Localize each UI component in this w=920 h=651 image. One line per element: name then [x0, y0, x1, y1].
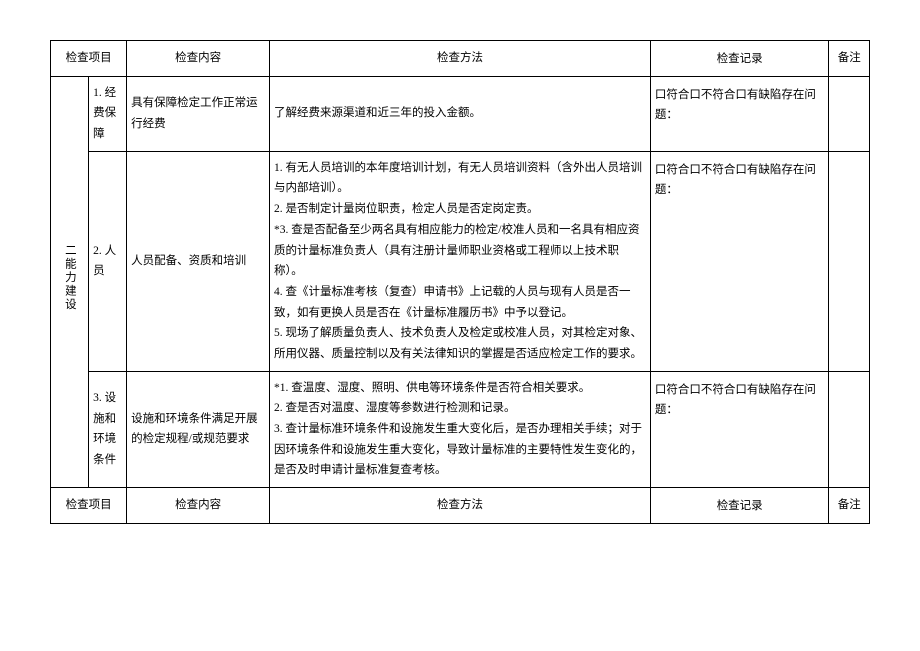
row-record: 口符合口不符合口有缺陷存在问题：: [650, 151, 829, 371]
header-content: 检查内容: [127, 41, 270, 77]
footer-content: 检查内容: [127, 488, 270, 524]
header-item: 检查项目: [51, 41, 127, 77]
row-method: 1. 有无人员培训的本年度培训计划，有无人员培训资料（含外出人员培训与内部培训）…: [270, 151, 651, 371]
row-item: 3. 设施和环境条件: [89, 371, 127, 487]
row-note: [829, 151, 870, 371]
table-row: 2. 人员 人员配备、资质和培训 1. 有无人员培训的本年度培训计划，有无人员培…: [51, 151, 870, 371]
footer-method: 检查方法: [270, 488, 651, 524]
row-note: [829, 371, 870, 487]
header-record: 检查记录: [650, 41, 829, 77]
row-content: 设施和环境条件满足开展的检定规程/或规范要求: [127, 371, 270, 487]
row-item: 1. 经费保障: [89, 76, 127, 151]
section-label-text: 二能力建设: [59, 244, 80, 312]
header-note: 备注: [829, 41, 870, 77]
row-method: 了解经费来源渠道和近三年的投入金额。: [270, 76, 651, 151]
table-row: 3. 设施和环境条件 设施和环境条件满足开展的检定规程/或规范要求 *1. 查温…: [51, 371, 870, 487]
inspection-table: 检查项目 检查内容 检查方法 检查记录 备注 二能力建设 1. 经费保障 具有保…: [50, 40, 870, 524]
row-note: [829, 76, 870, 151]
row-record: 口符合口不符合口有缺陷存在问题：: [650, 76, 829, 151]
section-label: 二能力建设: [51, 76, 89, 487]
header-row: 检查项目 检查内容 检查方法 检查记录 备注: [51, 41, 870, 77]
footer-item: 检查项目: [51, 488, 127, 524]
row-record: 口符合口不符合口有缺陷存在问题：: [650, 371, 829, 487]
row-content: 人员配备、资质和培训: [127, 151, 270, 371]
footer-note: 备注: [829, 488, 870, 524]
table-row: 二能力建设 1. 经费保障 具有保障检定工作正常运行经费 了解经费来源渠道和近三…: [51, 76, 870, 151]
header-method: 检查方法: [270, 41, 651, 77]
footer-row: 检查项目 检查内容 检查方法 检查记录 备注: [51, 488, 870, 524]
row-item: 2. 人员: [89, 151, 127, 371]
row-content: 具有保障检定工作正常运行经费: [127, 76, 270, 151]
footer-record: 检查记录: [650, 488, 829, 524]
row-method: *1. 查温度、湿度、照明、供电等环境条件是否符合相关要求。2. 查是否对温度、…: [270, 371, 651, 487]
